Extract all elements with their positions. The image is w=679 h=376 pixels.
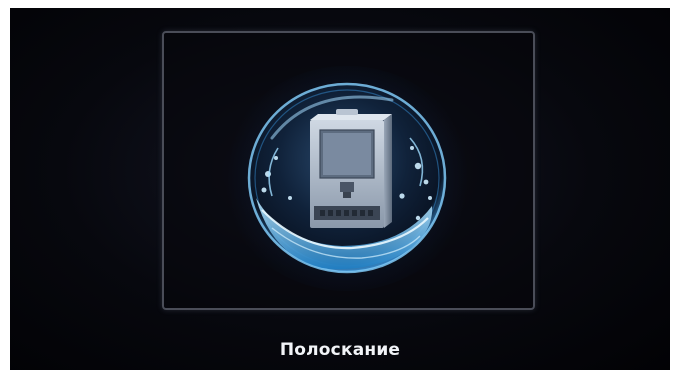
display-screen: Полоскание [10, 8, 670, 370]
coffee-machine-rinse-icon [242, 78, 452, 278]
status-caption: Полоскание [279, 340, 401, 360]
